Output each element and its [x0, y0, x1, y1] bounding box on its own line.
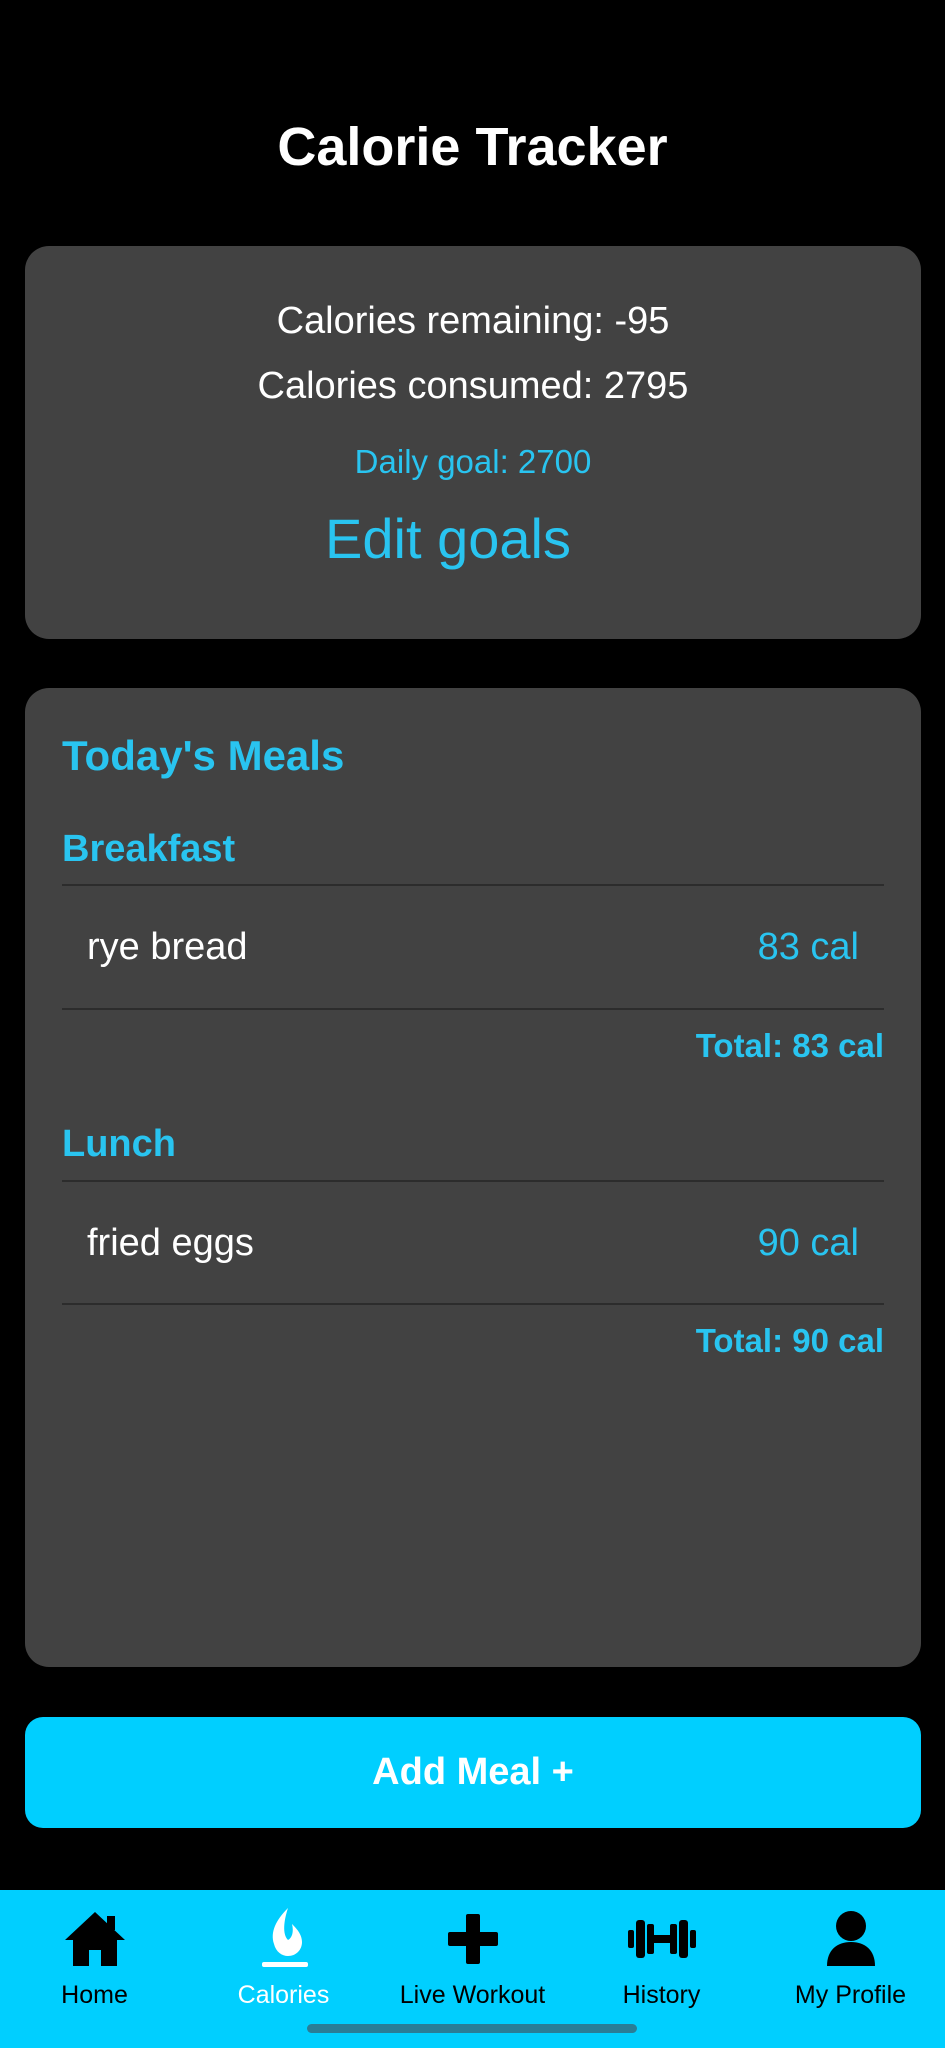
person-icon	[815, 1904, 887, 1976]
plus-icon	[437, 1904, 509, 1976]
section-title-lunch: Lunch	[62, 1123, 176, 1165]
home-indicator[interactable]	[307, 2024, 637, 2033]
divider	[62, 1303, 884, 1305]
calorie-summary-card: Calories remaining: -95 Calories consume…	[25, 246, 921, 639]
meal-item[interactable]: fried eggs 90 cal	[62, 1182, 884, 1304]
section-title-breakfast: Breakfast	[62, 828, 236, 870]
dumbbell-icon	[626, 1904, 698, 1976]
calories-remaining: Calories remaining: -95	[276, 300, 670, 342]
page-title: Calorie Tracker	[277, 117, 668, 177]
nav-label-live-workout: Live Workout	[399, 1981, 546, 2009]
todays-meals-card: Today's Meals Breakfast rye bread 83 cal…	[25, 688, 921, 1667]
nav-item-my-profile[interactable]: My Profile	[756, 1890, 945, 2030]
nav-item-history[interactable]: History	[567, 1890, 756, 2030]
flame-icon	[248, 1904, 320, 1976]
meal-name: rye bread	[87, 926, 248, 968]
meal-calories: 83 cal	[757, 926, 859, 968]
calories-consumed: Calories consumed: 2795	[257, 365, 689, 407]
nav-label-my-profile: My Profile	[794, 1981, 907, 2009]
nav-label-history: History	[622, 1981, 701, 2009]
divider	[62, 1008, 884, 1010]
nav-label-calories: Calories	[237, 1981, 330, 2009]
nav-item-home[interactable]: Home	[0, 1890, 189, 2030]
edit-goals-link[interactable]: Edit goals	[25, 504, 871, 574]
lunch-total: Total: 90 cal	[695, 1322, 884, 1359]
home-icon	[59, 1904, 131, 1976]
nav-item-calories[interactable]: Calories	[189, 1890, 378, 2030]
breakfast-total: Total: 83 cal	[695, 1027, 884, 1064]
nav-item-live-workout[interactable]: Live Workout	[378, 1890, 567, 2030]
meal-calories: 90 cal	[757, 1222, 859, 1264]
daily-goal: Daily goal: 2700	[354, 443, 592, 480]
meal-name: fried eggs	[87, 1222, 254, 1264]
meals-title: Today's Meals	[62, 732, 345, 779]
add-meal-button[interactable]: Add Meal +	[25, 1717, 921, 1828]
meal-item[interactable]: rye bread 83 cal	[62, 886, 884, 1008]
nav-label-home: Home	[61, 1981, 128, 2009]
